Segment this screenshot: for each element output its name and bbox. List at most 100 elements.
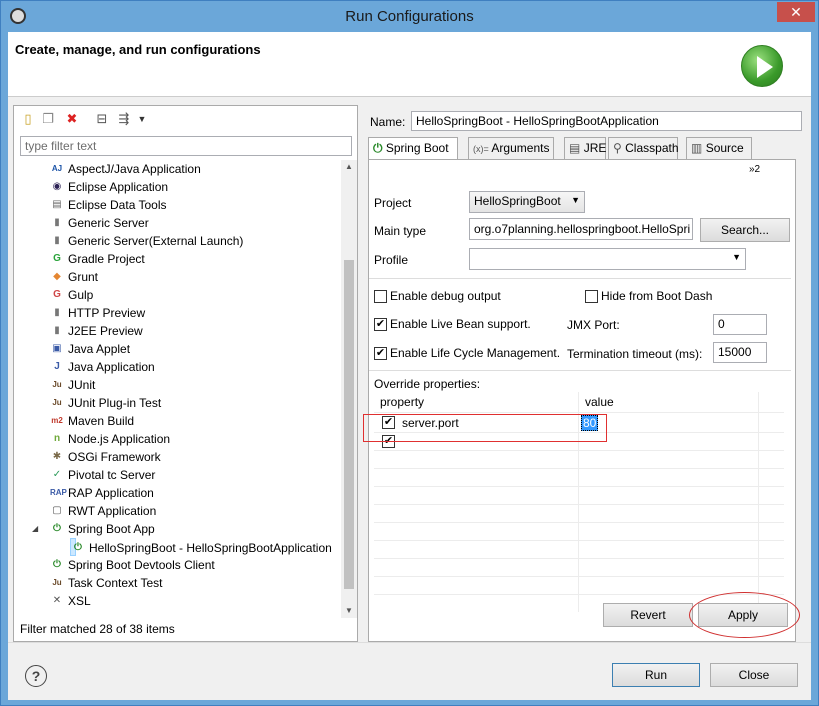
jmx-port-field[interactable]: 0	[713, 314, 767, 335]
tab-jre[interactable]: ▤ JRE	[564, 137, 606, 159]
jmx-port-label: JMX Port:	[567, 318, 620, 332]
xsl-icon: ✕	[52, 595, 62, 606]
value-column-header[interactable]: value	[579, 392, 759, 412]
annotation-highlight-ellipse	[689, 592, 800, 638]
spring-boot-icon: ⏻	[373, 141, 383, 155]
server-icon: ▮	[54, 217, 60, 228]
name-label: Name:	[370, 115, 406, 129]
tree-item-label: Java Application	[68, 360, 155, 374]
tab-overflow-chevron-icon[interactable]: »2	[749, 164, 760, 175]
spring-boot-icon: ⏻	[74, 542, 82, 553]
tab-classpath[interactable]: ⚲ Classpath	[608, 137, 679, 159]
project-select[interactable]: HelloSpringBoot ▼	[469, 191, 585, 213]
filter-status: Filter matched 28 of 38 items	[20, 622, 175, 636]
tab-arguments[interactable]: (x)= Arguments	[468, 137, 554, 159]
tree-item-label: Task Context Test	[68, 576, 163, 590]
life-cycle-checkbox[interactable]: ✔	[374, 347, 387, 360]
classpath-icon: ⚲	[613, 141, 622, 155]
run-button[interactable]: Run	[612, 663, 700, 687]
termination-timeout-field[interactable]: 15000	[713, 342, 767, 363]
main-type-label: Main type	[374, 224, 427, 238]
override-properties-label: Override properties:	[374, 377, 481, 391]
jre-icon: ▤	[569, 141, 581, 155]
tree-item-label: Pivotal tc Server	[68, 468, 156, 482]
dialog-header: Create, manage, and run configurations	[8, 32, 811, 97]
pivotal-icon: ✓	[52, 469, 62, 480]
osgi-icon: ✱	[52, 451, 62, 462]
delete-config-icon[interactable]: ✖	[64, 111, 80, 127]
tab-source[interactable]: ▥ Source	[686, 137, 752, 159]
scroll-down-icon[interactable]: ▼	[345, 606, 353, 615]
tree-item-label: JUnit	[68, 378, 96, 392]
main-type-field[interactable]: org.o7planning.hellospringboot.HelloSpri	[469, 218, 693, 240]
property-column-header[interactable]: property	[374, 392, 579, 412]
hide-boot-dash-checkbox[interactable]	[585, 290, 598, 303]
tree-scrollbar[interactable]: ▲ ▼	[341, 160, 357, 618]
name-field[interactable]: HelloSpringBoot - HelloSpringBootApplica…	[411, 111, 802, 131]
tree-item-label: RWT Application	[68, 504, 157, 518]
live-bean-checkbox[interactable]: ✔	[374, 318, 387, 331]
window-title: Run Configurations	[345, 8, 474, 25]
config-toolbar: ▯ ❐ ✖ ⊟ ⇶ ▼	[14, 106, 357, 132]
chevron-down-icon: ▼	[732, 252, 741, 262]
eclipse-icon: ◉	[52, 181, 62, 192]
configuration-list-pane: ▯ ❐ ✖ ⊟ ⇶ ▼ type filter text AJ AspectJ/J…	[13, 105, 358, 642]
dialog-button-bar: ? Run Close	[8, 642, 811, 700]
junit-plugin-icon: Ju	[52, 398, 62, 407]
source-icon: ▥	[691, 141, 703, 155]
help-icon[interactable]: ?	[25, 665, 47, 687]
config-tabs: ⏻ Spring Boot (x)= Arguments ▤ JRE ⚲ Cla…	[368, 137, 796, 161]
close-button[interactable]: Close	[710, 663, 798, 687]
view-menu-chevron-down-icon[interactable]: ▼	[134, 111, 150, 127]
separator	[369, 370, 791, 371]
server-icon: ▮	[54, 307, 60, 318]
rap-icon: RAP	[50, 488, 67, 497]
tree-item-label: RAP Application	[68, 486, 154, 500]
server-icon: ▮	[54, 325, 60, 336]
server-icon: ▮	[54, 235, 60, 246]
profile-select[interactable]: ▼	[469, 248, 746, 270]
scroll-up-icon[interactable]: ▲	[345, 162, 353, 171]
junit-icon: Ju	[52, 380, 62, 389]
java-icon: J	[54, 361, 60, 372]
scroll-thumb[interactable]	[344, 260, 354, 589]
separator	[369, 278, 791, 279]
tree-item-label: Spring Boot App	[68, 522, 155, 536]
spring-boot-tab-content: »2 Project HelloSpringBoot ▼ Main type o…	[363, 159, 800, 642]
tree-item-label: OSGi Framework	[68, 450, 161, 464]
dialog-client: Create, manage, and run configurations ▯…	[8, 32, 811, 700]
expand-triangle-icon[interactable]: ◢	[32, 520, 38, 538]
configuration-tree: AJ AspectJ/Java Application ◉ Eclipse Appli…	[14, 160, 341, 614]
tree-item-label: Grunt	[68, 270, 99, 284]
enable-debug-label: Enable debug output	[390, 289, 501, 303]
collapse-all-icon[interactable]: ⊟	[94, 111, 110, 127]
tab-spring-boot[interactable]: ⏻ Spring Boot	[368, 137, 458, 161]
project-label: Project	[374, 196, 412, 210]
tree-item[interactable]: ⏻ HelloSpringBoot - HelloSpringBootApplic…	[70, 538, 332, 556]
filter-configs-icon[interactable]: ⇶	[116, 111, 132, 127]
aspectj-icon: AJ	[51, 164, 63, 173]
rwt-icon: ▢	[52, 505, 62, 516]
tree-item-label: Java Applet	[68, 342, 131, 356]
revert-button[interactable]: Revert	[603, 603, 693, 627]
gradle-icon: G	[53, 253, 61, 264]
tree-item-label: Eclipse Application	[68, 180, 169, 194]
enable-debug-checkbox[interactable]	[374, 290, 387, 303]
filter-input[interactable]: type filter text	[20, 136, 352, 156]
tree-item-label: HelloSpringBoot - HelloSpringBootApplica…	[89, 541, 332, 555]
search-button[interactable]: Search...	[700, 218, 790, 242]
dialog-header-title: Create, manage, and run configurations	[15, 42, 261, 57]
grunt-icon: ◆	[53, 271, 61, 282]
chevron-down-icon: ▼	[571, 195, 580, 205]
spring-boot-icon: ⏻	[53, 523, 61, 534]
tree-item-label: Maven Build	[68, 414, 135, 428]
title-bar[interactable]: Run Configurations ✕	[1, 1, 818, 32]
profile-label: Profile	[374, 253, 409, 267]
tree-item-label: Gradle Project	[68, 252, 145, 266]
close-window-button[interactable]: ✕	[777, 2, 815, 22]
duplicate-config-icon[interactable]: ❐	[40, 111, 56, 127]
maven-icon: m2	[51, 416, 63, 425]
hide-boot-dash-label: Hide from Boot Dash	[601, 289, 713, 303]
tree-item-label: XSL	[68, 594, 91, 608]
new-config-icon[interactable]: ▯	[20, 111, 36, 127]
